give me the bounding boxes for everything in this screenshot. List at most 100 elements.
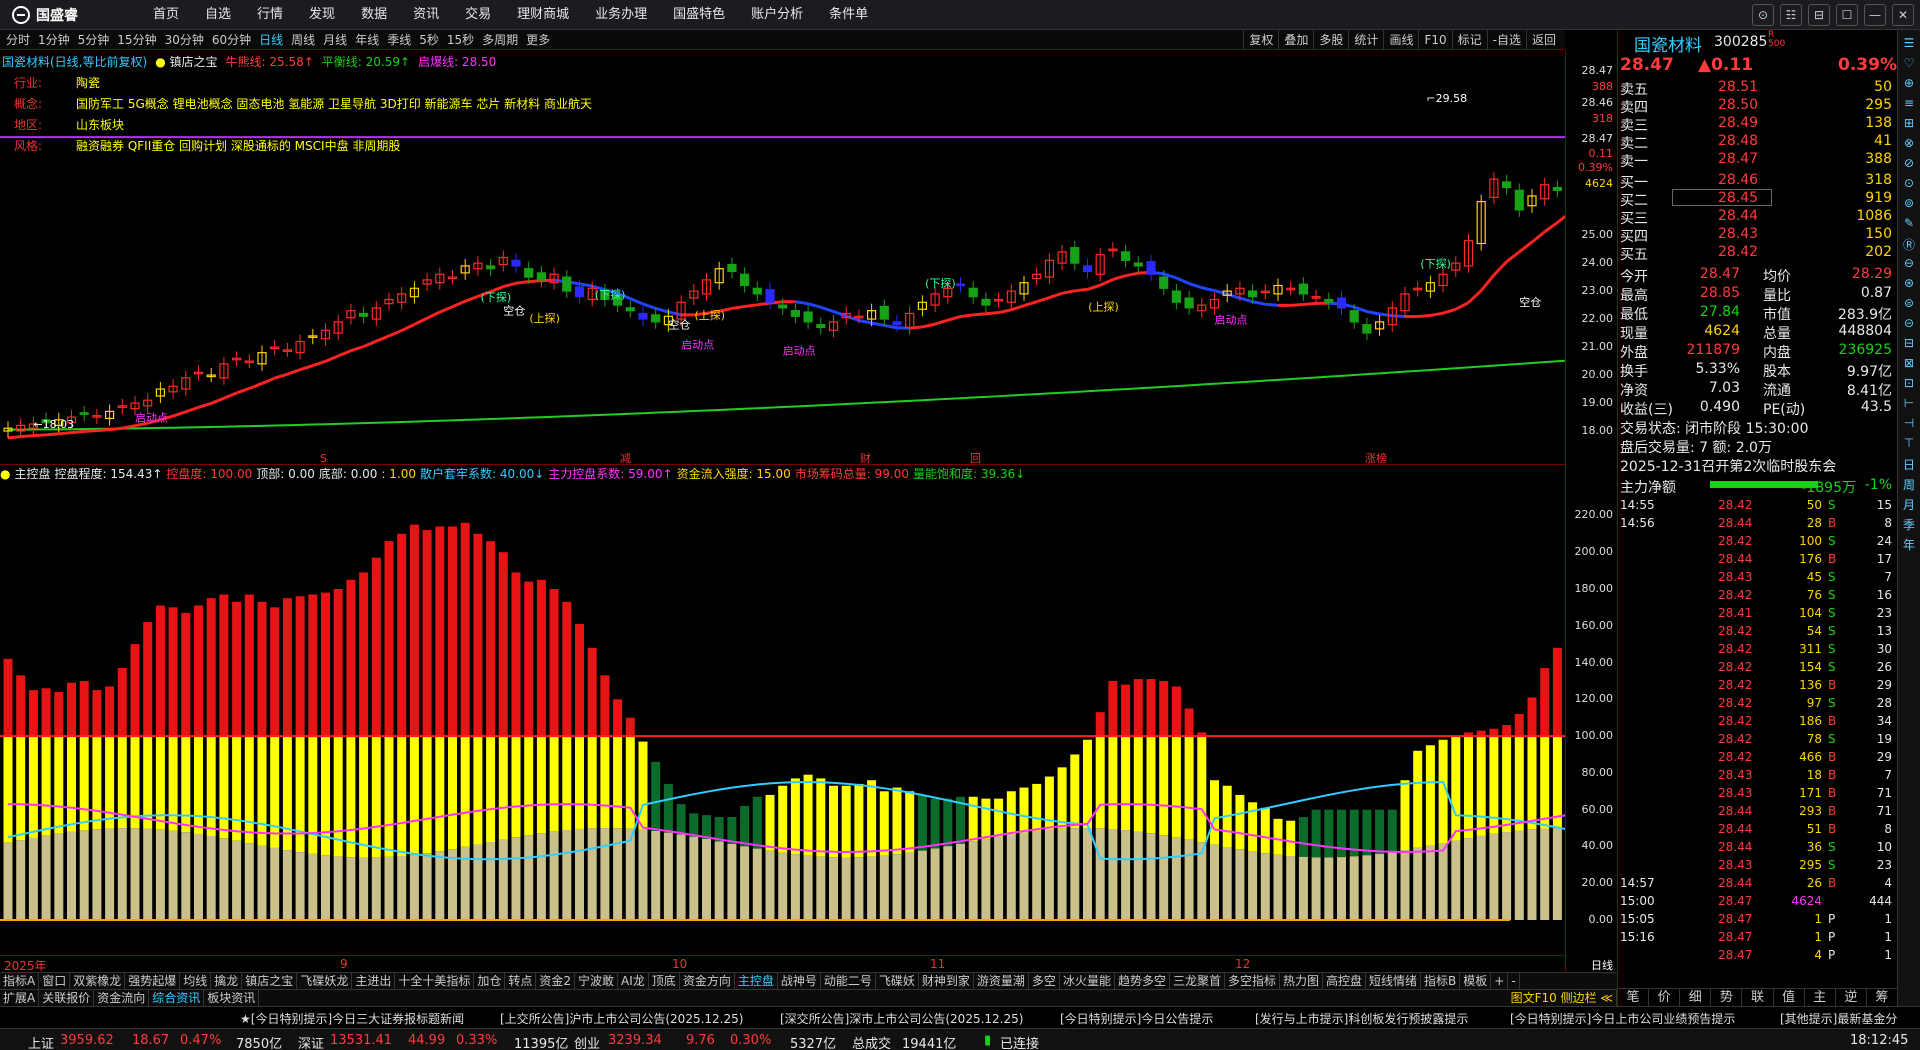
candle-body[interactable] xyxy=(1552,186,1563,191)
control-bar-yellow[interactable] xyxy=(448,736,457,850)
control-bar-red[interactable] xyxy=(384,541,394,737)
candle-body[interactable] xyxy=(955,283,966,287)
indicator-tab[interactable]: 热力图 xyxy=(1280,973,1324,989)
control-bar-yellow[interactable] xyxy=(219,736,229,839)
control-chart[interactable] xyxy=(0,485,1565,955)
indicator-tab-right[interactable]: + xyxy=(1491,973,1509,989)
control-bar-red[interactable] xyxy=(28,690,38,737)
indicator-tab[interactable]: 动能二号 xyxy=(821,973,876,989)
chart-tool-button[interactable]: 画线 xyxy=(1383,30,1418,50)
control-bar-red[interactable] xyxy=(498,552,508,737)
chart-tool-button[interactable]: F10 xyxy=(1418,30,1451,50)
control-bar-red[interactable] xyxy=(549,588,559,737)
control-bar-yellow[interactable] xyxy=(575,736,584,829)
control-bar[interactable] xyxy=(1413,750,1423,848)
control-bar-yellow[interactable] xyxy=(105,736,115,829)
control-bar-yellow[interactable] xyxy=(1527,736,1537,830)
control-bar-red[interactable] xyxy=(232,601,242,737)
control-bar-red[interactable] xyxy=(613,699,623,737)
sub-indicator-name[interactable]: 主控盘 xyxy=(14,467,50,481)
control-bar[interactable] xyxy=(752,796,762,849)
control-bar[interactable] xyxy=(1235,794,1245,850)
control-bar-red[interactable] xyxy=(625,717,635,737)
menu-item[interactable]: 行情 xyxy=(244,0,296,30)
indicator-tab[interactable]: 十全十美指标 xyxy=(395,973,475,989)
quote-tab[interactable]: 联 xyxy=(1742,989,1774,1006)
control-bar-red[interactable] xyxy=(524,581,534,737)
period-tab[interactable]: 15分钟 xyxy=(113,30,160,50)
quote-tab[interactable]: 细 xyxy=(1680,989,1712,1006)
control-bar-yellow[interactable] xyxy=(28,736,38,838)
menu-item[interactable]: 国盛特色 xyxy=(660,0,738,30)
candle-body[interactable] xyxy=(1120,251,1131,261)
quote-tab[interactable]: 筹 xyxy=(1867,989,1898,1006)
control-bar-yellow[interactable] xyxy=(422,736,432,854)
window-button-icon[interactable]: ⊙ xyxy=(1752,4,1774,26)
control-bar-red[interactable] xyxy=(1552,647,1562,737)
control-bar-yellow[interactable] xyxy=(1502,736,1512,833)
side-tool-icon[interactable]: 周 xyxy=(1901,476,1917,493)
candle-body[interactable] xyxy=(752,287,762,295)
period-tab[interactable]: 30分钟 xyxy=(161,30,208,50)
side-tool-icon[interactable]: ☰ xyxy=(1901,36,1917,50)
control-bar-yellow[interactable] xyxy=(1476,736,1486,836)
control-bar-red[interactable] xyxy=(587,647,597,737)
candle-body[interactable] xyxy=(739,273,750,287)
control-bar-red[interactable] xyxy=(41,688,51,737)
menu-item[interactable]: 数据 xyxy=(348,0,400,30)
news-item[interactable]: [深交所公告]深市上市公司公告(2025.12.25) xyxy=(780,1010,1023,1027)
control-bar-yellow[interactable] xyxy=(41,736,51,836)
control-bar[interactable] xyxy=(892,787,902,855)
indicator-tab[interactable]: 游资量潮 xyxy=(974,973,1029,989)
control-bar-yellow[interactable] xyxy=(549,736,559,832)
candle-body[interactable] xyxy=(765,289,775,303)
control-bar-red[interactable] xyxy=(435,526,445,737)
period-tab[interactable]: 年线 xyxy=(351,30,383,50)
indicator-tab[interactable]: 主控盘 xyxy=(735,973,778,989)
indicator-tab[interactable]: 均线 xyxy=(180,973,212,989)
candle-body[interactable] xyxy=(879,305,889,320)
menu-item[interactable]: 首页 xyxy=(140,0,192,30)
control-bar-red[interactable] xyxy=(321,592,330,737)
control-bar[interactable] xyxy=(1400,780,1410,851)
control-bar-yellow[interactable] xyxy=(473,736,483,845)
control-bar-yellow[interactable] xyxy=(92,736,102,830)
control-bar-red[interactable] xyxy=(257,601,267,737)
news-item[interactable]: [今日特别提示]今日上市公司业绩预告提示 xyxy=(1510,1010,1735,1027)
chart-tool-button[interactable]: 叠加 xyxy=(1278,30,1313,50)
control-bar-red[interactable] xyxy=(1184,708,1194,737)
indicator-tab[interactable]: 飞碟妖龙 xyxy=(297,973,353,989)
side-tool-icon[interactable]: ⊝ xyxy=(1901,316,1917,330)
window-button-icon[interactable]: ☐ xyxy=(1836,4,1858,26)
side-tool-icon[interactable]: ⊠ xyxy=(1901,356,1917,370)
control-bar-yellow[interactable] xyxy=(194,736,203,834)
control-bar-red[interactable] xyxy=(1095,712,1105,737)
control-bar-yellow[interactable] xyxy=(1489,736,1499,834)
control-bar[interactable] xyxy=(778,785,788,853)
control-bar-red[interactable] xyxy=(219,594,229,737)
control-bar-red[interactable] xyxy=(270,607,280,737)
window-button-icon[interactable]: — xyxy=(1864,4,1886,26)
control-bar[interactable] xyxy=(1210,780,1219,845)
side-tool-icon[interactable]: ⊞ xyxy=(1901,116,1917,130)
indicator-tab[interactable]: 战神号 xyxy=(778,973,821,989)
control-bar-yellow[interactable] xyxy=(562,736,572,830)
control-bar-red[interactable] xyxy=(1514,714,1524,737)
indicator-tab-right[interactable]: 模板 xyxy=(1460,973,1492,989)
control-bar[interactable] xyxy=(816,778,826,857)
news-item[interactable]: [今日特别提示]今日公告提示 xyxy=(1060,1010,1213,1027)
chart-tool-button[interactable]: 统计 xyxy=(1348,30,1383,50)
indicator-tab[interactable]: 加仓 xyxy=(474,973,506,989)
indicator-name[interactable]: ● 镇店之宝 xyxy=(155,53,217,70)
control-bar-yellow[interactable] xyxy=(498,736,508,840)
control-bar[interactable] xyxy=(651,761,661,832)
control-bar-yellow[interactable] xyxy=(1197,736,1207,843)
control-bar-yellow[interactable] xyxy=(346,736,356,858)
control-bar-red[interactable] xyxy=(1159,680,1169,737)
candle-body[interactable] xyxy=(1133,262,1143,267)
control-bar-yellow[interactable] xyxy=(1159,736,1169,836)
menu-item[interactable]: 发现 xyxy=(296,0,348,30)
control-bar-yellow[interactable] xyxy=(397,736,407,856)
control-bar[interactable] xyxy=(714,817,724,842)
main-chart[interactable]: ⌐29.58←18.03启动点启动点启动点启动点启动点(下探)(下探)(下探)(… xyxy=(0,50,1565,465)
